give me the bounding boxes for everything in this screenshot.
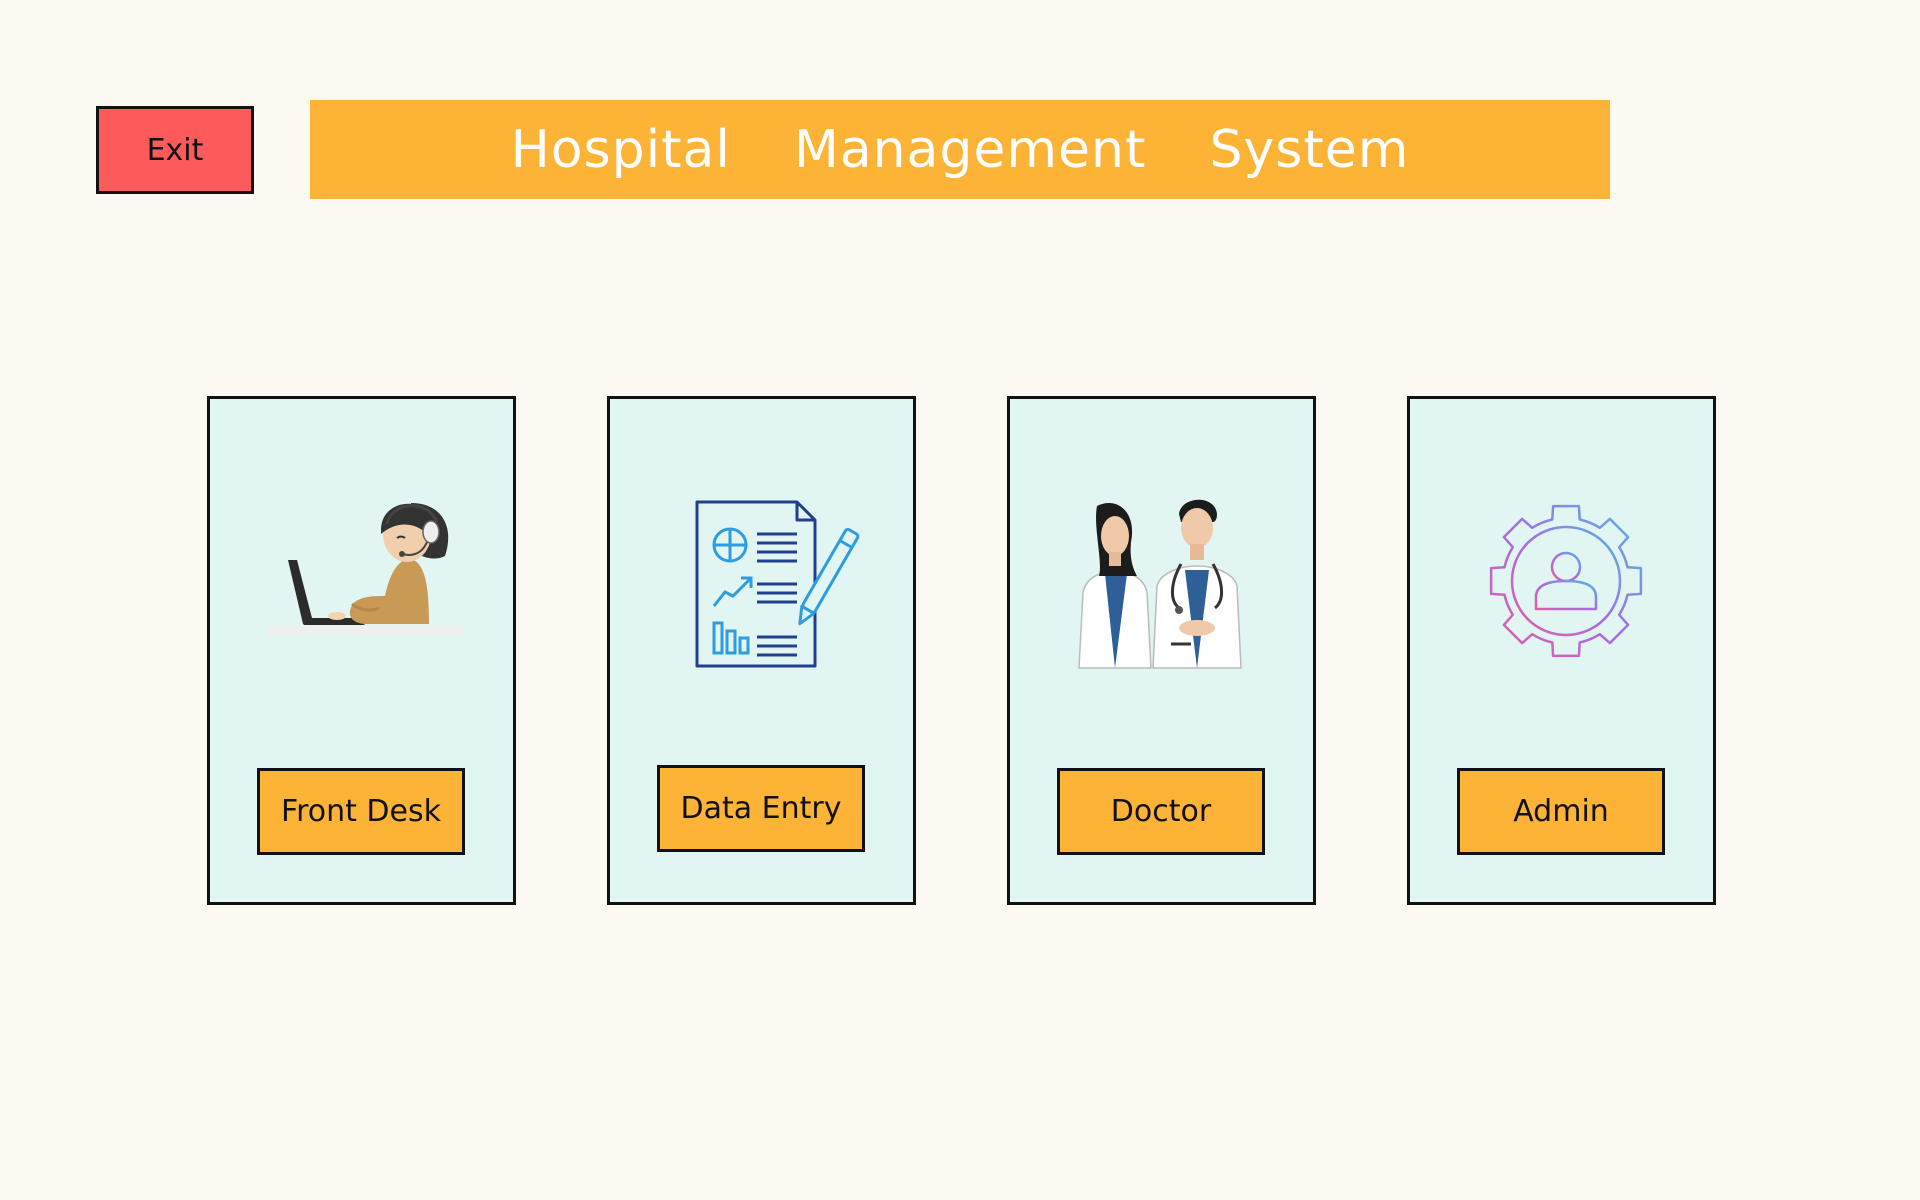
doctors-illustration-icon	[1057, 492, 1267, 670]
report-document-pencil-icon	[657, 492, 867, 670]
front-desk-button[interactable]: Front Desk	[257, 768, 465, 855]
admin-gear-user-icon	[1457, 492, 1667, 670]
title-banner: Hospital Management System	[310, 100, 1610, 199]
page-title: Hospital Management System	[510, 119, 1410, 180]
data-entry-card: Data Entry	[607, 396, 916, 905]
data-entry-button[interactable]: Data Entry	[657, 765, 865, 852]
receptionist-headset-laptop-icon	[257, 492, 467, 670]
front-desk-card: Front Desk	[207, 396, 516, 905]
admin-button[interactable]: Admin	[1457, 768, 1665, 855]
doctor-card: Doctor	[1007, 396, 1316, 905]
admin-card: Admin	[1407, 396, 1716, 905]
exit-button[interactable]: Exit	[96, 106, 254, 194]
doctor-button[interactable]: Doctor	[1057, 768, 1265, 855]
